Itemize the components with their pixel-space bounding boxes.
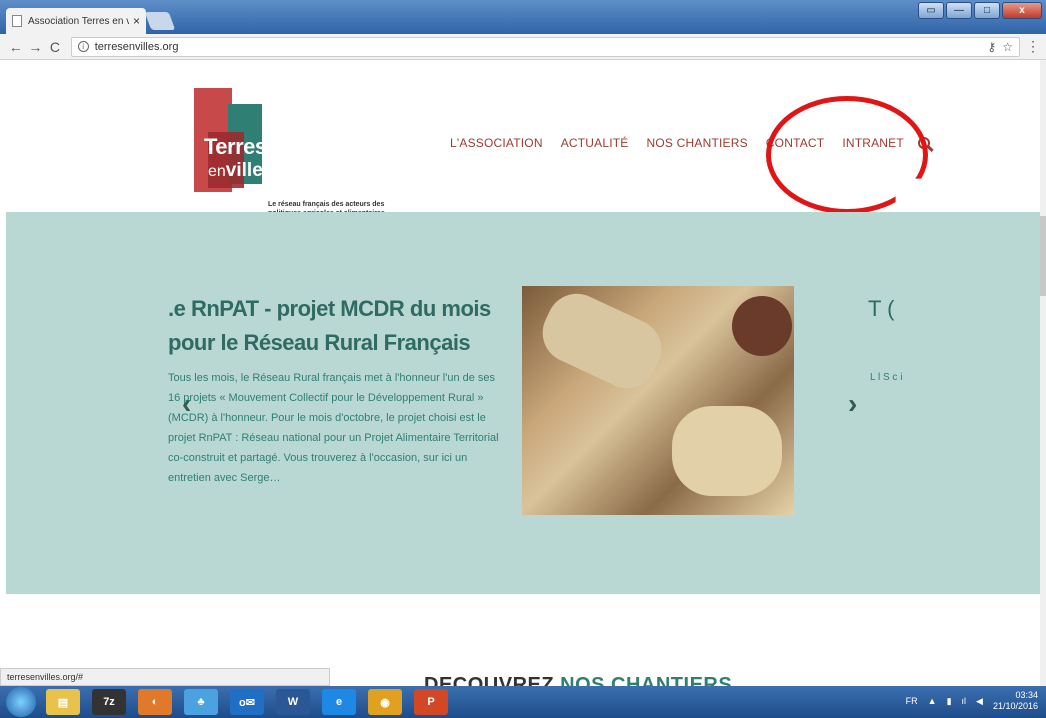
system-tray: FR ▲ ▮ ıl ◀ 03:34 21/10/2016 [906, 690, 1038, 712]
next-slide-title: T ( [868, 296, 895, 321]
messenger-icon[interactable]: ♣ [184, 689, 218, 715]
chrome-icon[interactable]: ◉ [368, 689, 402, 715]
site-logo[interactable]: Terres envilles Le réseau français des a… [194, 88, 404, 226]
key-icon[interactable]: ⚷ [987, 40, 996, 54]
clock[interactable]: 03:34 21/10/2016 [993, 690, 1038, 712]
7zip-icon[interactable]: 7z [92, 689, 126, 715]
browser-tab[interactable]: Association Terres en vill × [6, 8, 146, 34]
slider-next-icon[interactable]: › [848, 388, 857, 420]
logo-text-envilles: envilles [208, 160, 273, 182]
browser-tabbar: Association Terres en vill × ▭ — □ x [0, 0, 1046, 34]
slide-image[interactable] [522, 283, 794, 515]
browser-menu-icon[interactable]: ⋮ [1026, 38, 1040, 55]
slide-title[interactable]: .e RnPAT - projet MCDR du mois pour le R… [168, 292, 508, 360]
word-icon[interactable]: W [276, 689, 310, 715]
close-window-icon[interactable]: x [1002, 2, 1042, 19]
maximize-icon[interactable]: □ [974, 2, 1000, 19]
image-detail [532, 283, 672, 399]
scrollbar-thumb[interactable] [1040, 216, 1046, 296]
signal-icon[interactable]: ıl [962, 696, 967, 706]
discover-accent-text: NOS CHANTIERS [560, 674, 733, 686]
nav-nos-chantiers[interactable]: NOS CHANTIERS [647, 136, 748, 150]
address-bar: ← → C i terresenvilles.org ⚷ ☆ ⋮ [0, 34, 1046, 60]
clock-time: 03:34 [1015, 690, 1038, 700]
forward-icon[interactable]: → [26, 39, 46, 55]
restore-icon[interactable]: ▭ [918, 2, 944, 19]
info-icon[interactable]: i [77, 41, 89, 52]
reload-icon[interactable]: C [45, 39, 65, 55]
nav-actualite[interactable]: ACTUALITÉ [561, 136, 629, 150]
slide-text: Tous les mois, le Réseau Rural français … [168, 372, 499, 484]
ie-icon[interactable]: e [322, 689, 356, 715]
chrome-alt-icon[interactable]: ◐ [138, 689, 172, 715]
red-circle-annotation [766, 96, 928, 214]
window-controls: ▭ — □ x [918, 2, 1042, 19]
tray-arrow-icon[interactable]: ▲ [928, 696, 937, 706]
outlook-icon[interactable]: o✉ [230, 689, 264, 715]
tab-title: Association Terres en vill [28, 15, 129, 27]
page-icon [12, 15, 22, 27]
next-slide-text: L l S c i [870, 372, 903, 383]
tab-close-icon[interactable]: × [133, 14, 140, 28]
volume-icon[interactable]: ◀ [976, 696, 983, 707]
bookmark-star-icon[interactable]: ☆ [1002, 40, 1013, 54]
scrollbar[interactable] [1040, 60, 1046, 686]
url-input[interactable]: i terresenvilles.org ⚷ ☆ [70, 36, 1020, 57]
back-icon[interactable]: ← [6, 39, 26, 55]
explorer-icon[interactable]: ▤ [46, 689, 80, 715]
minimize-icon[interactable]: — [946, 2, 972, 19]
web-page: Terres envilles Le réseau français des a… [0, 60, 1046, 686]
start-button[interactable] [6, 687, 36, 717]
new-tab-button[interactable] [144, 12, 176, 30]
nav-association[interactable]: L'ASSOCIATION [450, 136, 543, 150]
powerpoint-icon[interactable]: P [414, 689, 448, 715]
discover-text: DECOUVREZ [424, 674, 561, 686]
network-icon[interactable]: ▮ [947, 696, 952, 707]
logo-text-en: en [208, 163, 226, 180]
news-slider: .e RnPAT - projet MCDR du mois pour le R… [6, 212, 1040, 594]
status-bar-url: terresenvilles.org/# [0, 668, 330, 686]
discover-heading: DECOUVREZ NOS CHANTIERS [424, 674, 732, 686]
logo-text-villes: villes [225, 160, 274, 181]
language-indicator[interactable]: FR [906, 696, 918, 706]
url-text: terresenvilles.org [94, 40, 179, 53]
windows-taskbar: ▤ 7z ◐ ♣ o✉ W e ◉ P FR ▲ ▮ ıl ◀ 03:34 21… [0, 686, 1046, 718]
slider-prev-icon[interactable]: ‹ [182, 388, 191, 420]
image-detail [732, 296, 792, 356]
logo-text-terres: Terres [204, 134, 267, 159]
image-detail [672, 406, 782, 496]
clock-date: 21/10/2016 [992, 701, 1038, 711]
